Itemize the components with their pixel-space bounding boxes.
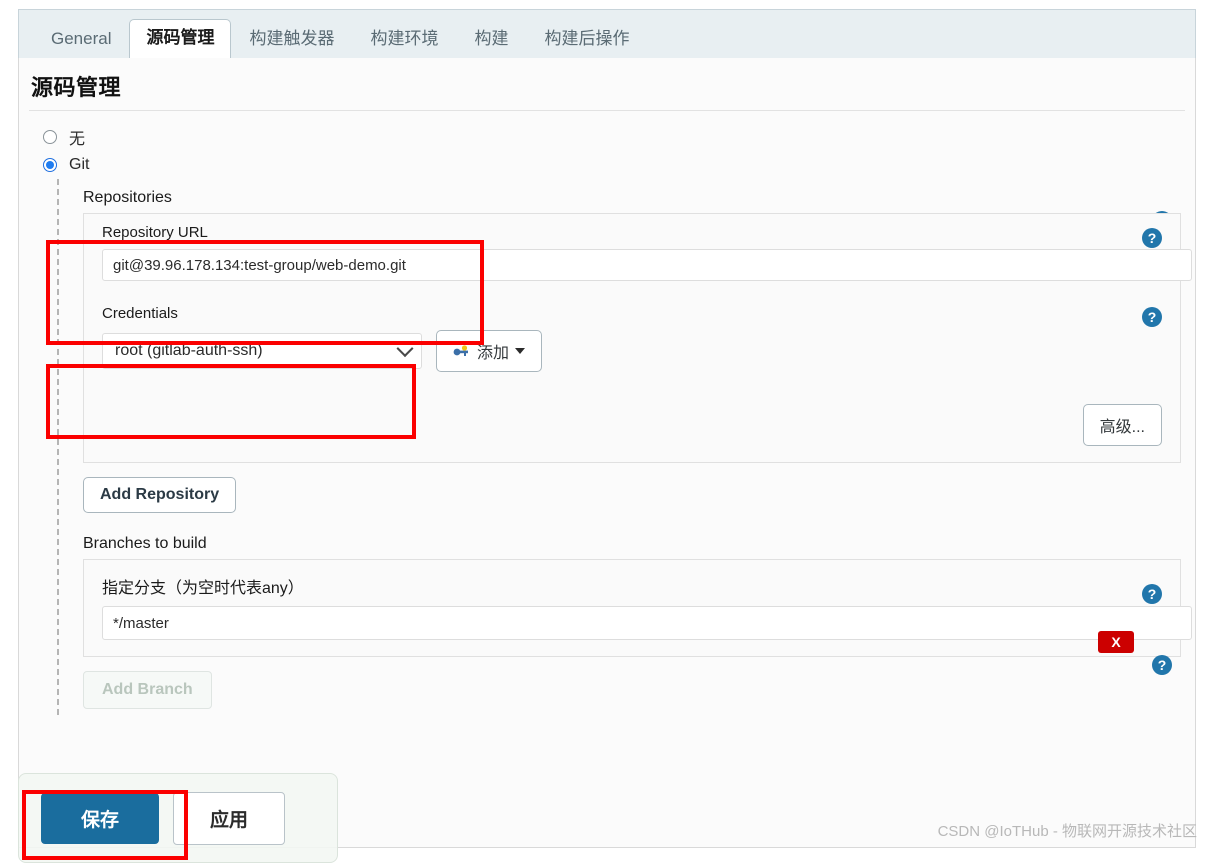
apply-button[interactable]: 应用 (173, 791, 286, 845)
add-branch-row: Add Branch (83, 671, 1195, 709)
add-credentials-button[interactable]: 添加 (436, 330, 543, 372)
save-button[interactable]: 保存 (41, 792, 160, 844)
help-icon-repository-url[interactable]: ? (1142, 228, 1162, 248)
form-action-bar: 保存 应用 (18, 773, 338, 863)
jenkins-job-config-page: General 源码管理 构建触发器 构建环境 构建 构建后操作 源码管理 无 … (0, 0, 1213, 863)
radio-none[interactable] (43, 130, 57, 144)
tab-post-build-actions[interactable]: 构建后操作 (526, 20, 647, 59)
repository-url-input[interactable]: git@39.96.178.134:test-group/web-demo.gi… (102, 249, 1192, 281)
repository-card: Repository URL git@39.96.178.134:test-gr… (83, 213, 1192, 463)
delete-repository-button[interactable]: X (1098, 631, 1134, 653)
tab-source-code-management[interactable]: 源码管理 (129, 19, 232, 59)
git-settings-block: Repositories Repository URL git@39.96.17… (57, 179, 1195, 715)
repository-url-row: Repository URL git@39.96.178.134:test-gr… (84, 214, 1192, 291)
credentials-row: Credentials root (gitlab-auth-ssh) 添加 ? (84, 291, 1180, 382)
add-credentials-label: 添加 (477, 345, 510, 362)
scm-panel: 源码管理 无 Git ? ? Repositories Repository U… (18, 58, 1196, 848)
watermark-text: CSDN @IoTHub - 物联网开源技术社区 (937, 823, 1197, 840)
branch-specifier-label: 指定分支（为空时代表any） (102, 580, 304, 597)
advanced-row: 高级... (84, 382, 1180, 462)
chevron-down-icon (396, 340, 414, 358)
tab-build-triggers[interactable]: 构建触发器 (231, 20, 352, 59)
page-title: 源码管理 (31, 75, 122, 100)
help-icon-branches[interactable]: ? (1152, 655, 1172, 675)
chevron-down-icon (515, 348, 526, 354)
tab-build[interactable]: 构建 (456, 20, 526, 59)
repositories-label: Repositories (83, 189, 172, 206)
key-icon (453, 345, 468, 356)
repository-url-label: Repository URL (102, 224, 208, 241)
add-repository-row: Add Repository (83, 477, 1195, 513)
credentials-select[interactable]: root (gitlab-auth-ssh) (102, 333, 422, 369)
branch-specifier-input[interactable]: */master (102, 606, 1192, 640)
credentials-selected-value: root (gitlab-auth-ssh) (115, 342, 263, 359)
credentials-label: Credentials (102, 305, 178, 322)
branches-card: 指定分支（为空时代表any） */master ? (83, 559, 1192, 657)
scm-option-none[interactable]: 无 (43, 123, 1195, 151)
add-repository-button[interactable]: Add Repository (83, 477, 237, 513)
scm-option-git-label: Git (69, 156, 90, 173)
scm-option-none-label: 无 (69, 131, 86, 148)
tab-general[interactable]: General (33, 20, 129, 59)
add-branch-button[interactable]: Add Branch (83, 671, 212, 709)
branch-specifier-row: 指定分支（为空时代表any） */master ? (84, 560, 1192, 656)
title-divider (29, 110, 1185, 111)
branches-to-build-label: Branches to build (83, 535, 207, 552)
help-icon-credentials[interactable]: ? (1142, 307, 1162, 327)
tab-build-environment[interactable]: 构建环境 (352, 20, 456, 59)
scm-option-git[interactable]: Git (43, 151, 1195, 179)
advanced-button[interactable]: 高级... (1082, 404, 1162, 446)
radio-git[interactable] (43, 158, 57, 172)
config-tabbar: General 源码管理 构建触发器 构建环境 构建 构建后操作 (18, 9, 1196, 59)
help-icon-branch-specifier[interactable]: ? (1142, 584, 1162, 604)
